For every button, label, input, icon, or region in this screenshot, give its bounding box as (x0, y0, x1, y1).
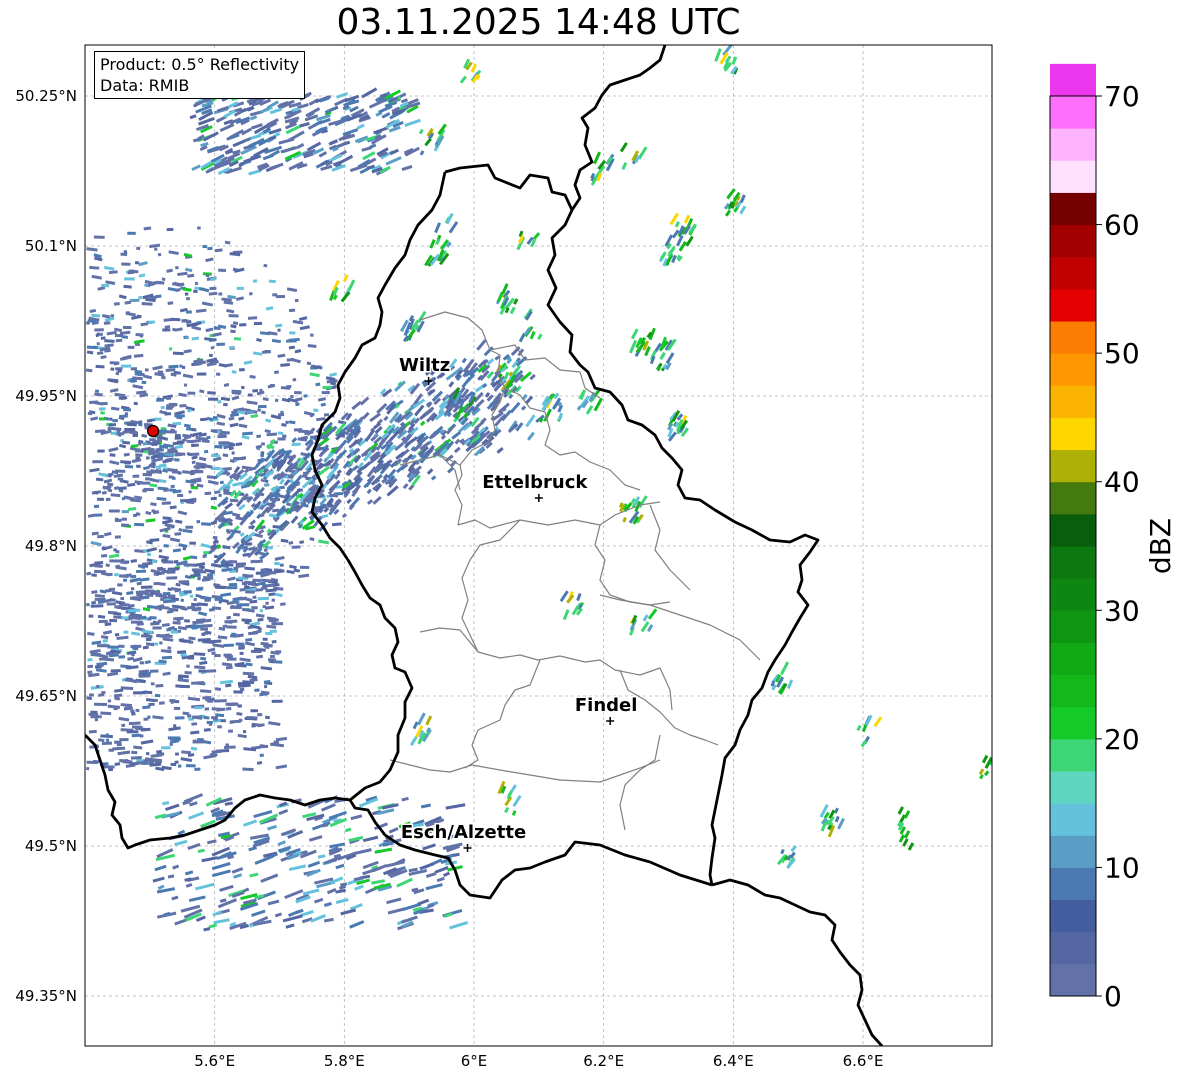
colorbar-segment (1050, 481, 1096, 515)
colorbar-segment (1050, 96, 1096, 129)
colorbar-segment (1050, 771, 1096, 804)
map-title: 03.11.2025 14:48 UTC (336, 2, 741, 43)
colorbar-segment (1050, 835, 1096, 868)
colorbar-segment (1050, 738, 1096, 772)
lat-tick-label: 50.25°N (15, 87, 77, 105)
colorbar-segment (1050, 706, 1096, 740)
colorbar-segment (1050, 546, 1096, 579)
colorbar-tick-label: 50 (1104, 337, 1140, 370)
colorbar-segment (1050, 385, 1096, 418)
city-label: Wiltz (399, 355, 450, 376)
colorbar-segment (1050, 931, 1096, 965)
colorbar-segment (1050, 160, 1096, 193)
lon-tick-label: 6.4°E (713, 1052, 754, 1070)
colorbar-segment (1050, 192, 1096, 226)
colorbar-segment (1050, 578, 1096, 611)
map-panel: WiltzEttelbruckFindelEsch/Alzette 5.6°E 5… (15, 44, 993, 1070)
colorbar-segment (1050, 256, 1096, 290)
city-label: Ettelbruck (482, 472, 588, 493)
colorbar-segment (1050, 867, 1096, 901)
product-info-box: Product: 0.5° Reflectivity Data: RMIB (94, 51, 306, 99)
lon-tick-label: 5.6°E (194, 1052, 235, 1070)
colorbar-segment (1050, 353, 1096, 386)
colorbar-segment (1050, 224, 1096, 258)
colorbar-tick-label: 70 (1104, 80, 1140, 113)
lon-tick-label: 5.8°E (324, 1052, 365, 1070)
lat-tick-label: 49.65°N (15, 687, 77, 705)
colorbar-tick-label: 30 (1104, 594, 1140, 627)
colorbar-segment (1050, 642, 1096, 676)
lat-tick-label: 50.1°N (25, 237, 77, 255)
colorbar-segment (1050, 803, 1096, 836)
colorbar-segment (1050, 899, 1096, 933)
colorbar-segment (1050, 321, 1096, 354)
colorbar-segment (1050, 63, 1096, 97)
colorbar-tick-label: 10 (1104, 851, 1140, 884)
colorbar-segment (1050, 513, 1096, 547)
map-background (85, 45, 992, 1046)
colorbar-segment (1050, 417, 1096, 451)
product-label: Product: 0.5° Reflectivity (100, 55, 300, 74)
lon-tick-label: 6.2°E (583, 1052, 624, 1070)
radar-map-figure: WiltzEttelbruckFindelEsch/Alzette 5.6°E 5… (15, 44, 1177, 1070)
city-label: Findel (575, 695, 638, 716)
colorbar-tick-label: 20 (1104, 723, 1140, 756)
colorbar-segment (1050, 963, 1096, 997)
latitude-axis: 50.25°N 50.1°N 49.95°N 49.8°N 49.65°N 49.5°N 4… (15, 87, 77, 1005)
data-source-label: Data: RMIB (100, 76, 190, 95)
lon-tick-label: 6.6°E (843, 1052, 884, 1070)
colorbar-tick-label: 40 (1104, 466, 1140, 499)
city-label: Esch/Alzette (401, 822, 526, 843)
lon-tick-label: 6°E (461, 1052, 488, 1070)
colorbar-tick-label: 60 (1104, 209, 1140, 242)
colorbar-tick-label: 0 (1104, 980, 1122, 1013)
lat-tick-label: 49.35°N (15, 987, 77, 1005)
longitude-axis: 5.6°E 5.8°E 6°E 6.2°E 6.4°E 6.6°E (194, 1052, 883, 1070)
lat-tick-label: 49.95°N (15, 387, 77, 405)
colorbar-segment (1050, 288, 1096, 322)
colorbar-label: dBZ (1144, 518, 1177, 574)
lat-tick-label: 49.5°N (25, 837, 77, 855)
colorbar-segment (1050, 128, 1096, 161)
colorbar-segment (1050, 449, 1096, 483)
radar-site-marker (146, 424, 160, 438)
colorbar-segment (1050, 674, 1096, 708)
lat-tick-label: 49.8°N (25, 537, 77, 555)
colorbar-segment (1050, 610, 1096, 643)
colorbar: 0 10 20 30 40 50 60 70 dBZ (1049, 63, 1177, 1013)
